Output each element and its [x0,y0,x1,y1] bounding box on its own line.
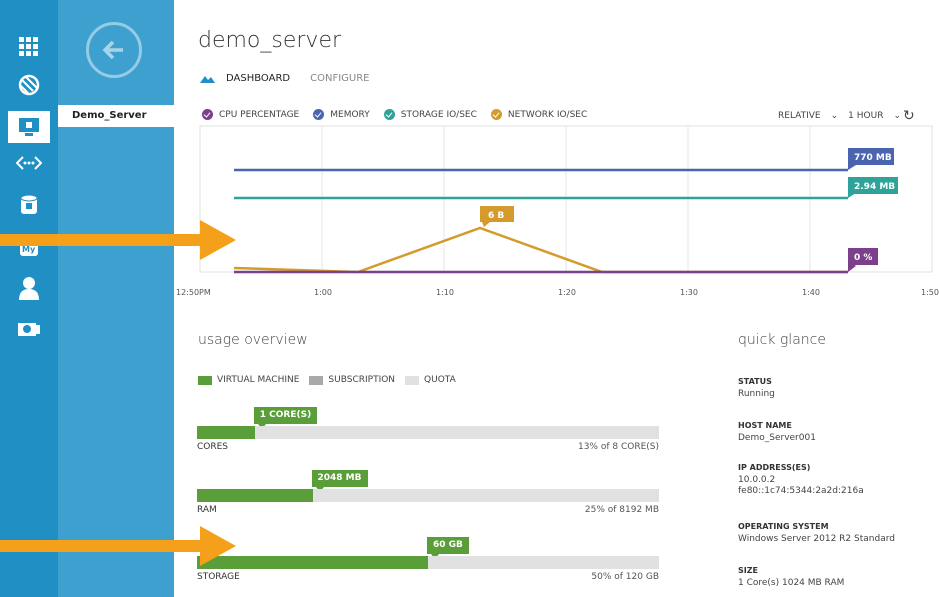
nav-rail: My [0,0,58,597]
mode-select[interactable]: RELATIVE [778,111,821,121]
data-label-memory: 770 MB [848,148,894,170]
bar-tag: 1 CORE(S) [253,407,318,429]
tick-label: 1:10 [436,288,454,297]
database-icon[interactable] [14,190,44,220]
data-label-text: 770 MB [854,153,892,163]
bar-track [197,489,659,502]
cloud-icon [200,75,215,83]
tick-label: 1:50 [921,288,939,297]
qg-value: 1 Core(s) 1024 MB RAM [738,578,845,588]
legend-memory[interactable]: MEMORY [313,109,370,120]
usage-overview-title: usage overview [198,332,308,348]
check-icon [490,109,502,120]
bar-name: RAM [197,505,217,515]
chevron-down-icon[interactable]: ⌄ [893,111,901,121]
qg-size: SIZE 1 Core(s) 1024 MB RAM [738,566,844,589]
resource-panel: Demo_Server [58,0,174,597]
qg-label: HOST NAME [738,421,792,430]
legend-label: VIRTUAL MACHINE [217,375,300,385]
usage-bar-ram: 2048 MB RAM 25% of 8192 MB [197,470,659,515]
legend-label: MEMORY [330,109,370,120]
bar-track [197,426,659,439]
legend-network[interactable]: NETWORK IO/SEC [490,109,588,120]
bar-track [197,556,659,569]
tick-label: 12:50PM [176,288,211,297]
bar-tag: 2048 MB [311,470,368,492]
chevron-down-icon[interactable]: ⌄ [831,111,839,121]
legend-cpu[interactable]: CPU PERCENTAGE [202,109,299,120]
usage-bar-storage: 60 GB STORAGE 50% of 120 GB [197,537,659,582]
tab-configure[interactable]: CONFIGURE [310,73,369,84]
bar-fill [197,489,313,502]
data-label-text: 6 B [488,211,504,221]
qg-value: Running [738,389,775,399]
qg-ip-addresses: IP ADDRESS(ES) 10.0.0.2 fe80::1c74:5344:… [738,463,864,497]
qg-label: OPERATING SYSTEM [738,522,829,531]
qg-value[interactable]: 10.0.0.2 fe80::1c74:5344:2a2d:216a [738,475,864,497]
legend-label: SUBSCRIPTION [328,375,396,385]
tick-label: 1:00 [314,288,332,297]
range-select[interactable]: 1 HOUR [848,111,883,121]
legend-label: CPU PERCENTAGE [219,109,300,120]
bar-name: CORES [197,442,229,452]
virtual-machine-icon[interactable] [8,111,50,143]
data-label-text: 0 % [854,253,872,263]
legend-swatch [309,375,324,385]
qg-value: Demo_Server001 [738,433,816,443]
network-icon[interactable] [14,148,44,178]
tick-label: 1:30 [680,288,698,297]
qg-label: STATUS [738,377,772,386]
legend-label: STORAGE IO/SEC [400,109,477,120]
qg-label: SIZE [738,566,759,575]
quick-glance-title: quick glance [738,332,826,348]
tab-dashboard[interactable]: DASHBOARD [226,73,290,84]
callout-arrow [0,220,236,260]
grid-icon[interactable] [14,32,44,62]
back-button[interactable] [86,22,142,78]
page-title: demo_server [198,28,342,53]
usage-bar-cores: 1 CORE(S) CORES 13% of 8 CORE(S) [197,407,659,452]
user-icon[interactable] [14,273,44,303]
usage-legend: VIRTUAL MACHINE SUBSCRIPTION QUOTA [198,375,466,385]
bar-summary: 13% of 8 CORE(S) [577,442,659,452]
tab-bar: DASHBOARD CONFIGURE [198,73,389,84]
x-axis: 12:50PM 1:00 1:10 1:20 1:30 1:40 1:50 [176,288,939,297]
legend-label: NETWORK IO/SEC [507,109,588,120]
bar-fill [197,426,255,439]
check-icon [202,109,213,120]
data-label-network: 6 B [480,206,514,227]
panel-item-demo-server[interactable]: Demo_Server [58,105,174,127]
qg-host-name: HOST NAME Demo_Server001 [738,421,816,444]
bar-summary: 25% of 8192 MB [584,505,659,515]
tick-label: 1:40 [802,288,820,297]
data-label-storage: 2.94 MB [848,177,898,198]
series-network [233,226,848,274]
bar-tag: 60 GB [427,537,469,559]
qg-value: Windows Server 2012 R2 Standard [738,534,895,544]
back-arrow-icon [102,40,123,60]
callout-arrow [0,526,236,566]
bar-name: STORAGE [197,572,240,582]
media-icon[interactable] [14,314,44,344]
legend-storage[interactable]: STORAGE IO/SEC [383,109,477,120]
data-label-text: 2.94 MB [854,182,895,192]
legend-swatch [198,375,212,385]
globe-icon[interactable] [14,70,44,100]
legend-swatch [405,375,420,385]
qg-status: STATUS Running [738,377,775,400]
chart-legend: CPU PERCENTAGE MEMORY STORAGE IO/SEC NET… [202,109,601,120]
tick-label: 1:20 [558,288,576,297]
data-label-cpu: 0 % [848,248,878,272]
legend-label: QUOTA [424,375,456,385]
bar-summary: 50% of 120 GB [591,572,659,582]
metrics-chart: 770 MB 2.94 MB 6 B 0 % 12:50PM 1:00 1:10… [176,125,939,297]
check-icon [313,109,325,120]
check-icon [383,109,395,120]
qg-label: IP ADDRESS(ES) [738,463,811,472]
qg-operating-system: OPERATING SYSTEM Windows Server 2012 R2 … [738,522,895,545]
